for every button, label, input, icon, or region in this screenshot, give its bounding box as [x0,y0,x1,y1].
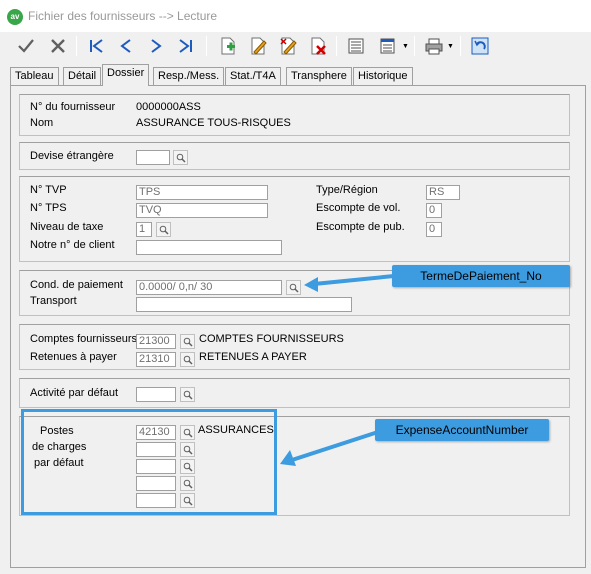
currency-field[interactable] [136,150,170,165]
tax-level-field[interactable]: 1 [136,222,152,237]
activity-search-button[interactable] [180,387,195,402]
vol-discount-field[interactable]: 0 [426,203,442,218]
supplier-number-label: N° du fournisseur [30,101,116,113]
activity-label: Activité par défaut [30,387,119,399]
tab-dossier[interactable]: Dossier [102,64,150,86]
accounts-group: Comptes fournisseurs 21300 COMPTES FOURN… [19,324,570,370]
activity-field[interactable] [136,387,176,402]
first-record-icon[interactable] [84,34,108,58]
toolbar: ▼ ▼ [4,32,591,60]
search-icon [289,283,299,293]
supplier-accounts-name: COMPTES FOURNISSEURS [199,333,344,345]
client-number-label: Notre n° de client [30,239,115,251]
print-icon[interactable] [422,34,446,58]
expense-arrow [280,430,379,466]
tab-stat-t4a[interactable]: Stat./T4A [225,67,281,86]
supplier-accounts-label: Comptes fournisseurs [30,333,137,345]
last-record-icon[interactable] [174,34,198,58]
supplier-accounts-field[interactable]: 21300 [136,334,176,349]
add-record-icon[interactable] [216,34,240,58]
currency-group: Devise étrangère [19,142,570,170]
type-region-field[interactable]: RS [426,185,460,200]
search-icon [183,355,193,365]
taxes-group: N° TVP TPS N° TPS TVQ Niveau de taxe 1 N… [19,176,570,262]
copy-edit-icon[interactable] [276,34,300,58]
previous-record-icon[interactable] [114,34,138,58]
supplier-accounts-search-button[interactable] [180,334,195,349]
holdbacks-search-button[interactable] [180,352,195,367]
terms-arrow [304,274,395,292]
edit-record-icon[interactable] [246,34,270,58]
terms-callout: TermeDePaiement_No [392,265,570,287]
tab-transphere[interactable]: Transphere [286,67,352,86]
tax-level-search-button[interactable] [156,222,171,237]
tab-historique[interactable]: Historique [353,67,413,86]
pub-discount-field[interactable]: 0 [426,222,442,237]
activity-group: Activité par défaut [19,378,570,408]
list-view-icon[interactable] [344,34,368,58]
transport-label: Transport [30,295,77,307]
transport-field[interactable] [136,297,352,312]
app-logo-icon: av [7,9,23,25]
supplier-number: 0000000ASS [136,101,201,113]
search-icon [183,337,193,347]
vol-discount-label: Escompte de vol. [316,202,401,214]
tvp-label: N° TVP [30,184,67,196]
undo-icon[interactable] [468,34,492,58]
detail-view-icon[interactable] [376,34,400,58]
chevron-down-icon[interactable]: ▼ [447,43,454,50]
status-strip [0,568,591,574]
expense-callout: ExpenseAccountNumber [375,419,549,441]
tax-level-label: Niveau de taxe [30,221,104,233]
currency-search-button[interactable] [173,150,188,165]
supplier-name: ASSURANCE TOUS-RISQUES [136,117,291,129]
supplier-name-label: Nom [30,117,54,129]
pub-discount-label: Escompte de pub. [316,221,405,233]
currency-label: Devise étrangère [30,150,114,162]
search-icon [183,390,193,400]
expense-highlight-box [21,409,277,515]
cancel-x-icon[interactable] [46,34,70,58]
holdbacks-label: Retenues à payer [30,351,117,363]
search-icon [159,225,169,235]
tab-bar: Tableau Détail Dossier Resp./Mess. Stat.… [10,64,590,86]
tvp-field[interactable]: TPS [136,185,268,200]
holdbacks-name: RETENUES A PAYER [199,351,307,363]
client-number-field[interactable] [136,240,282,255]
supplier-group: N° du fournisseur 0000000ASS Nom ASSURAN… [19,94,570,136]
next-record-icon[interactable] [144,34,168,58]
tps-label: N° TPS [30,202,67,214]
payment-terms-search-button[interactable] [286,280,301,295]
search-icon [176,153,186,163]
title-bar: av Fichier des fournisseurs --> Lecture [0,0,591,32]
tab-tableau[interactable]: Tableau [10,67,59,86]
tab-detail[interactable]: Détail [63,67,102,86]
tab-resp-mess[interactable]: Resp./Mess. [153,67,225,86]
delete-record-icon[interactable] [306,34,330,58]
check-icon[interactable] [14,34,38,58]
window-title: Fichier des fournisseurs --> Lecture [28,9,218,23]
type-region-label: Type/Région [316,184,378,196]
holdbacks-field[interactable]: 21310 [136,352,176,367]
chevron-down-icon[interactable]: ▼ [402,43,409,50]
tps-field[interactable]: TVQ [136,203,268,218]
payment-terms-label: Cond. de paiement [30,279,123,291]
payment-terms-field[interactable]: 0.0000/ 0,n/ 30 [136,280,282,295]
